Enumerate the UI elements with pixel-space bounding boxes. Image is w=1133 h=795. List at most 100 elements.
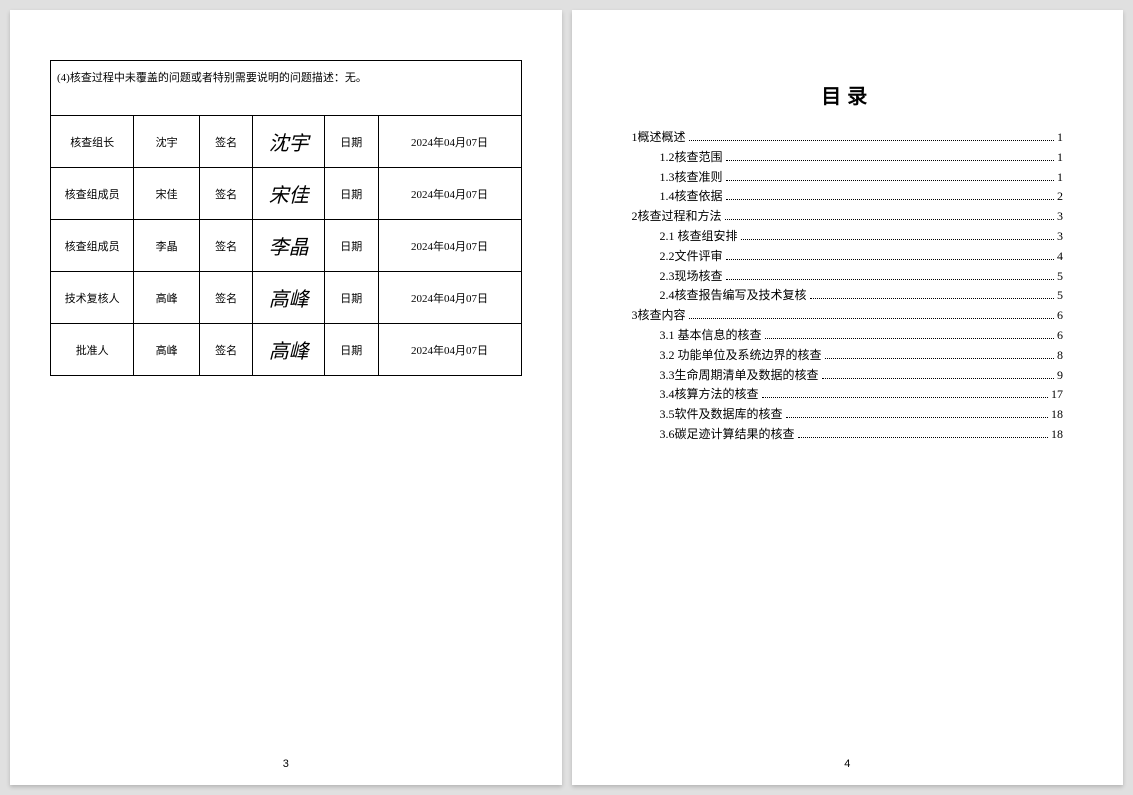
toc-entry-label: 1.3核查准则 xyxy=(660,169,723,186)
toc-entry-label: 2.3现场核查 xyxy=(660,268,723,285)
issue-description-note: (4)核查过程中未覆盖的问题或者特别需要说明的问题描述：无。 xyxy=(50,60,522,115)
date-cell: 2024年04月07日 xyxy=(378,168,521,220)
signature-cell: 宋佳 xyxy=(253,168,324,220)
toc-entry: 3.4核算方法的核查 17 xyxy=(660,386,1064,403)
toc-entry-label: 1.2核查范围 xyxy=(660,149,723,166)
signature-cell: 高峰 xyxy=(253,324,324,376)
toc-entry-label: 3.5软件及数据库的核查 xyxy=(660,406,783,423)
toc-entry-page: 3 xyxy=(1057,208,1063,225)
toc-leader-dots xyxy=(762,397,1048,398)
toc-entry-label: 1概述概述 xyxy=(632,129,686,146)
toc-entry: 3.1 基本信息的核查 6 xyxy=(660,327,1064,344)
toc-entry-page: 18 xyxy=(1051,426,1063,443)
page-number: 4 xyxy=(844,758,850,770)
page-3: (4)核查过程中未覆盖的问题或者特别需要说明的问题描述：无。 核查组长沈宇签名沈… xyxy=(10,10,562,785)
date-label-cell: 日期 xyxy=(324,220,378,272)
sig-label-cell: 签名 xyxy=(199,324,253,376)
toc-leader-dots xyxy=(726,199,1054,200)
toc-entry-label: 2核查过程和方法 xyxy=(632,208,722,225)
toc-entry-label: 1.4核查依据 xyxy=(660,188,723,205)
toc-entry: 1.2核查范围1 xyxy=(660,149,1064,166)
toc-leader-dots xyxy=(786,417,1048,418)
toc-entry-page: 5 xyxy=(1057,287,1063,304)
signature-cell: 高峰 xyxy=(253,272,324,324)
name-cell: 沈宇 xyxy=(134,116,200,168)
toc-entry-label: 2.1 核查组安排 xyxy=(660,228,738,245)
date-label-cell: 日期 xyxy=(324,324,378,376)
toc-entry: 3.2 功能单位及系统边界的核查 8 xyxy=(660,347,1064,364)
toc-entry-label: 2.4核查报告编写及技术复核 xyxy=(660,287,807,304)
date-label-cell: 日期 xyxy=(324,272,378,324)
toc-leader-dots xyxy=(741,239,1054,240)
role-cell: 技术复核人 xyxy=(51,272,134,324)
toc-entry: 3.3生命周期清单及数据的核查 9 xyxy=(660,367,1064,384)
toc-entry: 2.4核查报告编写及技术复核 5 xyxy=(660,287,1064,304)
toc-leader-dots xyxy=(726,279,1054,280)
toc-entry-page: 18 xyxy=(1051,406,1063,423)
toc-leader-dots xyxy=(726,180,1054,181)
role-cell: 核查组成员 xyxy=(51,168,134,220)
toc-leader-dots xyxy=(765,338,1054,339)
toc-entry-page: 5 xyxy=(1057,268,1063,285)
toc-leader-dots xyxy=(825,358,1054,359)
toc-entry-label: 3.4核算方法的核查 xyxy=(660,386,759,403)
name-cell: 宋佳 xyxy=(134,168,200,220)
table-row: 技术复核人高峰签名高峰日期2024年04月07日 xyxy=(51,272,522,324)
sig-label-cell: 签名 xyxy=(199,116,253,168)
toc-leader-dots xyxy=(689,318,1054,319)
table-row: 核查组成员宋佳签名宋佳日期2024年04月07日 xyxy=(51,168,522,220)
toc-entry: 3核查内容6 xyxy=(632,307,1064,324)
toc-entry-page: 17 xyxy=(1051,386,1063,403)
role-cell: 核查组成员 xyxy=(51,220,134,272)
sig-label-cell: 签名 xyxy=(199,168,253,220)
toc-title: 目录 xyxy=(612,80,1084,109)
toc-entry-page: 2 xyxy=(1057,188,1063,205)
table-row: 核查组长沈宇签名沈宇日期2024年04月07日 xyxy=(51,116,522,168)
toc-entry-label: 2.2文件评审 xyxy=(660,248,723,265)
toc-entry: 3.6碳足迹计算结果的核查 18 xyxy=(660,426,1064,443)
toc-leader-dots xyxy=(810,298,1054,299)
toc-entry-page: 3 xyxy=(1057,228,1063,245)
toc-entry-label: 3.3生命周期清单及数据的核查 xyxy=(660,367,819,384)
toc-leader-dots xyxy=(822,378,1054,379)
sig-label-cell: 签名 xyxy=(199,272,253,324)
toc-leader-dots xyxy=(689,140,1054,141)
page-number: 3 xyxy=(283,758,289,770)
toc-entry-label: 3.6碳足迹计算结果的核查 xyxy=(660,426,795,443)
toc-entry: 1.4核查依据 2 xyxy=(660,188,1064,205)
toc-entry-page: 1 xyxy=(1057,169,1063,186)
table-of-contents: 1概述概述11.2核查范围11.3核查准则11.4核查依据22核查过程和方法32… xyxy=(612,129,1084,443)
role-cell: 核查组长 xyxy=(51,116,134,168)
toc-leader-dots xyxy=(725,219,1054,220)
toc-entry-page: 9 xyxy=(1057,367,1063,384)
signature-cell: 李晶 xyxy=(253,220,324,272)
table-row: 核查组成员李晶签名李晶日期2024年04月07日 xyxy=(51,220,522,272)
toc-entry-label: 3.1 基本信息的核查 xyxy=(660,327,762,344)
name-cell: 高峰 xyxy=(134,272,200,324)
toc-entry: 2核查过程和方法 3 xyxy=(632,208,1064,225)
table-row: 批准人高峰签名高峰日期2024年04月07日 xyxy=(51,324,522,376)
toc-entry: 1.3核查准则 1 xyxy=(660,169,1064,186)
toc-entry-page: 1 xyxy=(1057,129,1063,146)
toc-entry: 2.2文件评审 4 xyxy=(660,248,1064,265)
toc-leader-dots xyxy=(726,259,1054,260)
date-cell: 2024年04月07日 xyxy=(378,272,521,324)
signature-cell: 沈宇 xyxy=(253,116,324,168)
toc-leader-dots xyxy=(798,437,1048,438)
toc-entry: 2.3现场核查 5 xyxy=(660,268,1064,285)
toc-entry: 3.5软件及数据库的核查 18 xyxy=(660,406,1064,423)
name-cell: 高峰 xyxy=(134,324,200,376)
toc-entry-label: 3核查内容 xyxy=(632,307,686,324)
date-cell: 2024年04月07日 xyxy=(378,324,521,376)
toc-entry-label: 3.2 功能单位及系统边界的核查 xyxy=(660,347,822,364)
toc-entry: 1概述概述 1 xyxy=(632,129,1064,146)
toc-entry-page: 8 xyxy=(1057,347,1063,364)
date-label-cell: 日期 xyxy=(324,116,378,168)
toc-entry-page: 4 xyxy=(1057,248,1063,265)
date-label-cell: 日期 xyxy=(324,168,378,220)
toc-entry: 2.1 核查组安排 3 xyxy=(660,228,1064,245)
toc-entry-page: 6 xyxy=(1057,327,1063,344)
sig-label-cell: 签名 xyxy=(199,220,253,272)
page-4: 目录 1概述概述 1 1.2核查范围1 1.3核查准则 1 1.4核查依据 2 2核查过程和方… xyxy=(572,10,1124,785)
name-cell: 李晶 xyxy=(134,220,200,272)
